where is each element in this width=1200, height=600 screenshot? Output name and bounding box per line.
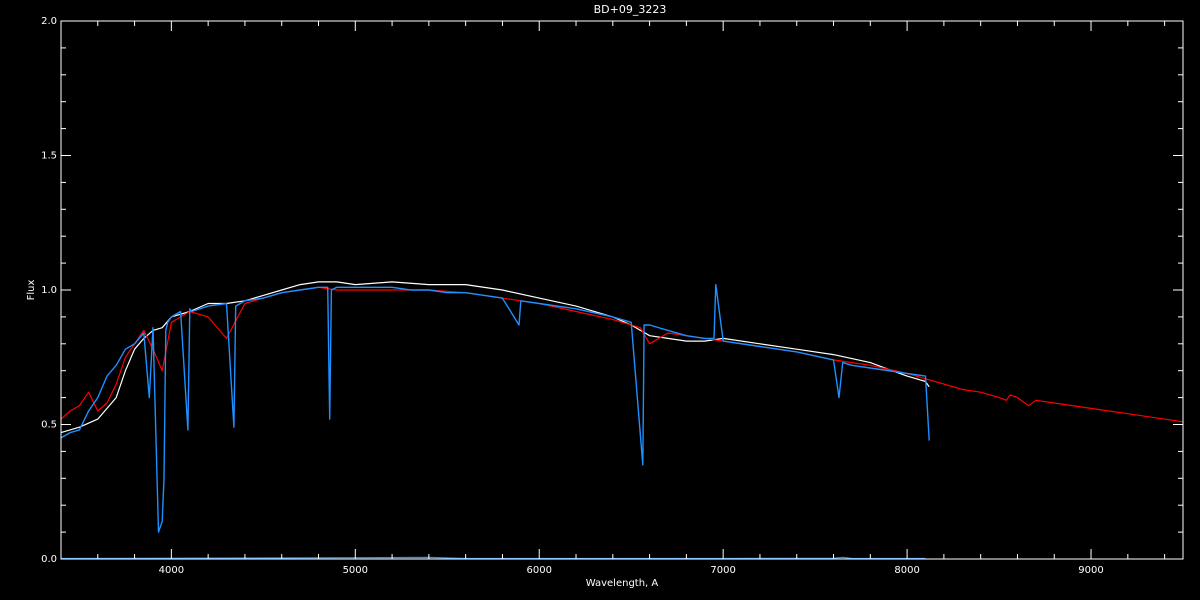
x-tick-label: 8000 bbox=[894, 565, 919, 576]
y-tick-label: 0.5 bbox=[41, 420, 57, 431]
chart-title: BD+09_3223 bbox=[594, 3, 667, 16]
x-axis-label: Wavelength, A bbox=[586, 578, 659, 589]
y-axis-label: Flux bbox=[26, 280, 37, 301]
x-tick-label: 7000 bbox=[710, 565, 735, 576]
y-tick-label: 2.0 bbox=[41, 16, 57, 27]
y-tick-label: 0.0 bbox=[41, 554, 57, 565]
x-tick-label: 4000 bbox=[159, 565, 184, 576]
spectrum-chart: BD+09_3223 4000 5000 6000 7000 8000 9000 0.0 0.… bbox=[0, 0, 1200, 600]
y-tick-label: 1.5 bbox=[41, 151, 57, 162]
y-tick-label: 1.0 bbox=[41, 285, 57, 296]
chart-background bbox=[0, 0, 1200, 600]
x-tick-label: 9000 bbox=[1078, 565, 1103, 576]
x-tick-label: 6000 bbox=[527, 565, 552, 576]
x-tick-label: 5000 bbox=[343, 565, 368, 576]
